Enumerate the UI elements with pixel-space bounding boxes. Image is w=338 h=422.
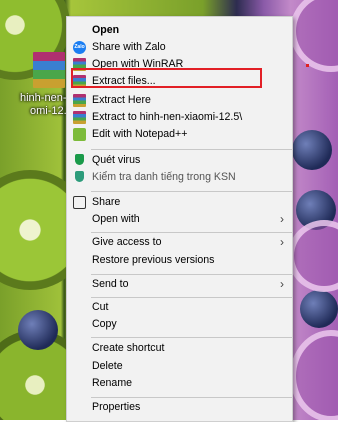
winrar-icon (73, 94, 86, 107)
context-menu: Open Zalo Share with Zalo Open with WinRA… (66, 16, 293, 422)
menu-item-open[interactable]: Open (67, 21, 292, 39)
menu-item-properties[interactable]: Properties (67, 398, 292, 416)
blueberry (18, 310, 58, 350)
menu-separator (91, 191, 292, 192)
winrar-file-icon[interactable] (33, 52, 65, 88)
desktop-file-label[interactable]: hinh-nen- omi-12.5 (20, 92, 73, 118)
blueberry (292, 130, 332, 170)
red-dot (306, 64, 309, 67)
chevron-right-icon: › (280, 235, 284, 249)
onion-slice (288, 220, 338, 292)
menu-item-scan-virus[interactable]: Quét virus (67, 151, 292, 169)
menu-item-share-zalo[interactable]: Zalo Share with Zalo (67, 38, 292, 56)
menu-separator (91, 149, 292, 150)
notepadpp-icon (73, 128, 86, 141)
zalo-icon: Zalo (73, 41, 86, 54)
kaspersky-shield-icon (75, 154, 84, 165)
menu-item-send-to[interactable]: Send to › (67, 275, 292, 293)
menu-item-cut[interactable]: Cut (67, 298, 292, 316)
menu-item-open-with[interactable]: Open with › (67, 210, 292, 228)
menu-item-extract-to[interactable]: Extract to hinh-nen-xiaomi-12.5\ (67, 108, 292, 126)
onion-slice (290, 0, 338, 72)
menu-item-delete[interactable]: Delete (67, 357, 292, 375)
kaspersky-shield-icon (75, 171, 84, 182)
menu-item-edit-notepadpp[interactable]: Edit with Notepad++ (67, 125, 292, 143)
menu-item-check-ksn[interactable]: Kiểm tra danh tiếng trong KSN (67, 168, 292, 186)
winrar-icon (73, 111, 86, 124)
menu-item-copy[interactable]: Copy (67, 315, 292, 333)
chevron-right-icon: › (280, 212, 284, 226)
menu-item-extract-here[interactable]: Extract Here (67, 91, 292, 109)
chevron-right-icon: › (280, 277, 284, 291)
menu-item-give-access[interactable]: Give access to › (67, 233, 292, 251)
menu-item-create-shortcut[interactable]: Create shortcut (67, 339, 292, 357)
onion-slice (290, 330, 338, 420)
menu-separator (91, 337, 292, 338)
menu-item-rename[interactable]: Rename (67, 374, 292, 392)
menu-item-restore-versions[interactable]: Restore previous versions (67, 251, 292, 269)
blueberry (300, 290, 338, 328)
share-icon (73, 196, 86, 209)
menu-item-share[interactable]: Share (67, 193, 292, 211)
highlight-box (71, 68, 262, 88)
